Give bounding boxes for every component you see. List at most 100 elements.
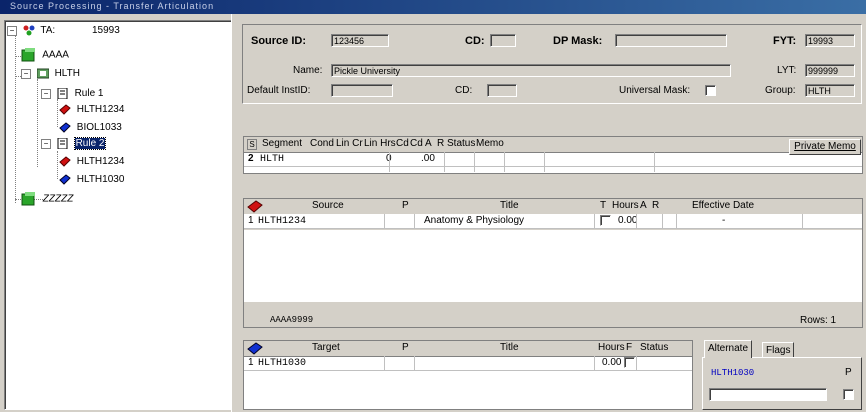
tree-node-label: AAAA: [42, 49, 69, 61]
tree-root[interactable]: − TA: 15993: [7, 25, 120, 37]
source-grid[interactable]: Source P Title T Hours A R Effective Dat…: [243, 198, 863, 328]
tree-node-hlth1030[interactable]: HLTH1030: [59, 174, 124, 186]
table-row[interactable]: 1 HLTH1030 0.00: [244, 356, 692, 371]
target-row-num: 1: [248, 357, 254, 368]
name-field[interactable]: Pickle University: [331, 64, 731, 77]
universal-mask-checkbox[interactable]: [705, 85, 716, 96]
tree-node-label: HLTH1030: [76, 174, 125, 186]
source-col-t: T: [600, 200, 607, 211]
source-row-hours: 0.00: [618, 215, 638, 226]
tree-node-hlth1234-b[interactable]: HLTH1234: [59, 156, 124, 168]
group-label: Group:: [765, 85, 796, 96]
group-field[interactable]: HLTH: [805, 84, 855, 97]
source-col-hours: Hours: [612, 200, 639, 211]
target-col-target: Target: [312, 342, 340, 353]
lyt-field[interactable]: 999999: [805, 64, 855, 77]
segment-col-segment: Segment: [262, 138, 303, 149]
source-row-effective-date: -: [722, 215, 726, 226]
blue-book-icon: [247, 342, 263, 355]
cd2-field[interactable]: [487, 84, 517, 97]
default-instid-field[interactable]: [331, 84, 393, 97]
tree-node-hlth[interactable]: − HLTH: [21, 68, 80, 80]
segment-col-memo: Memo: [476, 138, 504, 149]
cd-field[interactable]: [490, 34, 516, 47]
source-row-source: HLTH1234: [258, 216, 307, 227]
lyt-label: LYT:: [777, 65, 797, 76]
target-grid-header: Target P Title Hours F Status: [244, 341, 692, 357]
segment-col-status: Status: [447, 138, 476, 149]
segment-col-a: A: [425, 138, 432, 149]
alternate-p-label: P: [845, 367, 852, 378]
segment-col-cond: Cond: [310, 138, 334, 149]
splitter[interactable]: [231, 14, 236, 412]
source-row-title: Anatomy & Physiology: [424, 215, 525, 226]
alternate-tab-area: Alternate Flags HLTH1030 P: [700, 340, 864, 410]
source-footer-code: AAAA9999: [270, 315, 314, 325]
tree-node-label: HLTH1234: [76, 104, 125, 116]
collapse-icon[interactable]: −: [41, 88, 51, 99]
tab-alternate[interactable]: Alternate: [704, 340, 753, 358]
target-row-f-checkbox[interactable]: [624, 357, 635, 368]
tree-node-aaaa[interactable]: AAAA: [21, 47, 69, 63]
source-grid-empty-area: [244, 230, 862, 302]
tree-node-label: Rule 1: [74, 88, 104, 100]
green-cube-icon: [21, 48, 35, 62]
universal-mask-label: Universal Mask:: [619, 85, 691, 96]
segment-grid[interactable]: S Segment Cond Lin Cr Lin Hrs Cd Cd A R …: [243, 136, 863, 174]
source-id-field[interactable]: 123456: [331, 34, 389, 47]
fyt-field[interactable]: 19993: [805, 34, 855, 47]
source-row-num: 1: [248, 215, 254, 226]
tree-node-rule2[interactable]: − Rule 2: [41, 137, 107, 151]
alternate-value: HLTH1030: [711, 368, 755, 378]
dp-mask-field[interactable]: [615, 34, 727, 47]
header-panel: Source ID: 123456 CD: DP Mask: FYT: 1999…: [242, 24, 862, 104]
tree-node-rule1[interactable]: − Rule 1: [41, 88, 103, 100]
target-col-p: P: [402, 342, 409, 353]
group-icon: [36, 68, 49, 79]
segment-col-cd2: Cd: [410, 138, 423, 149]
red-book-icon: [59, 104, 71, 115]
segment-col-lin-hrs: Lin Hrs: [364, 138, 396, 149]
tab-flags[interactable]: Flags: [762, 342, 795, 358]
source-col-r: R: [652, 200, 660, 211]
source-col-source: Source: [312, 200, 344, 211]
source-grid-header: Source P Title T Hours A R Effective Dat…: [244, 199, 862, 215]
fyt-label: FYT:: [773, 35, 797, 47]
tree-node-biol1033[interactable]: BIOL1033: [59, 122, 122, 134]
target-col-title: Title: [500, 342, 519, 353]
network-icon: [23, 25, 35, 36]
table-row[interactable]: 1 HLTH1234 Anatomy & Physiology 0.00 -: [244, 214, 862, 229]
tree-node-zzzzz[interactable]: ZZZZZ: [21, 192, 73, 206]
document-icon: [57, 88, 68, 99]
red-book-icon: [247, 200, 263, 213]
collapse-icon[interactable]: −: [21, 68, 31, 79]
collapse-icon[interactable]: −: [7, 25, 17, 36]
segment-row-lin-hrs: .00: [421, 153, 435, 164]
rule-tree[interactable]: − TA: 15993 AAAA − HLTH − Rule 1 HLTH123…: [4, 20, 232, 410]
red-book-icon: [59, 156, 71, 167]
collapse-icon[interactable]: −: [41, 138, 51, 149]
table-row[interactable]: 2 HLTH 0 .00: [244, 152, 862, 167]
segment-col-lin-cr: Lin Cr: [336, 138, 363, 149]
tree-node-label: BIOL1033: [76, 122, 122, 134]
dp-mask-label: DP Mask:: [553, 35, 603, 47]
window-title: Source Processing - Transfer Articulatio…: [10, 1, 215, 11]
target-col-hours: Hours: [598, 342, 625, 353]
private-memo-button[interactable]: Private Memo: [789, 139, 861, 155]
alternate-input[interactable]: [709, 388, 827, 401]
source-row-t-checkbox[interactable]: [600, 215, 611, 226]
window-titlebar: Source Processing - Transfer Articulatio…: [0, 0, 866, 14]
blue-book-icon: [59, 122, 71, 133]
target-grid[interactable]: Target P Title Hours F Status 1 HLTH1030…: [243, 340, 693, 410]
tree-node-hlth1234[interactable]: HLTH1234: [59, 104, 124, 116]
target-col-status: Status: [640, 342, 669, 353]
alternate-p-checkbox[interactable]: [843, 389, 854, 400]
target-row-hours: 0.00: [602, 357, 622, 368]
segment-row-segment: HLTH: [260, 154, 285, 165]
tree-node-label-selected: Rule 2: [73, 137, 107, 151]
source-col-a: A: [640, 200, 647, 211]
cd-label: CD:: [465, 35, 485, 47]
segment-col-r: R: [437, 138, 445, 149]
segment-grid-header: S Segment Cond Lin Cr Lin Hrs Cd Cd A R …: [244, 137, 862, 153]
segment-col-s: S: [247, 139, 257, 150]
